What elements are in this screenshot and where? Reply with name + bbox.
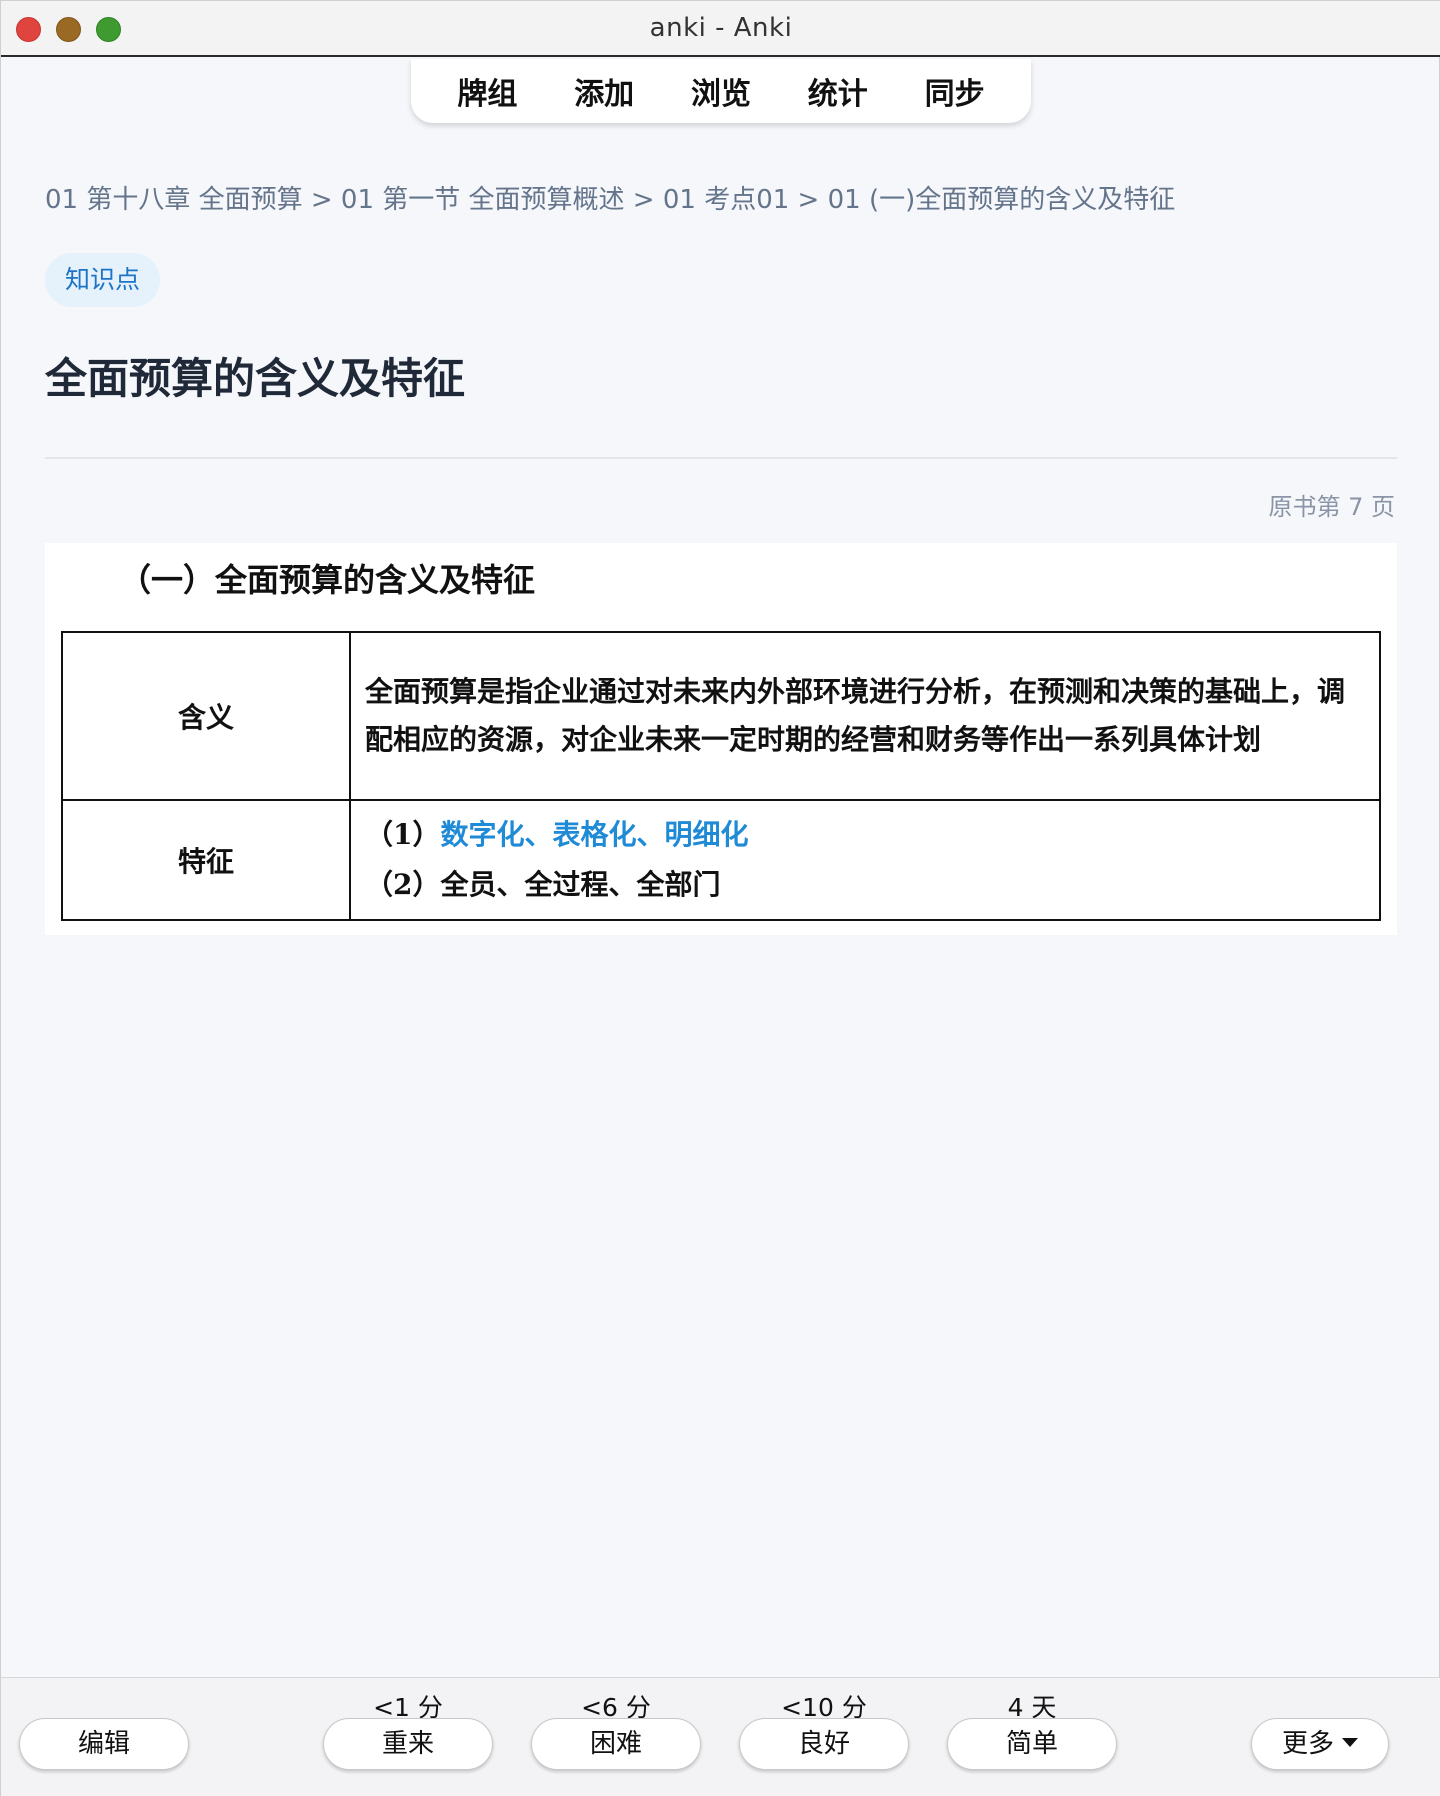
row-label-meaning: 含义 [61,631,351,801]
review-bottom-bar: 编辑 <1 分 重来 <6 分 困难 <10 分 良好 4 天 简单 更多 [1,1677,1440,1796]
scan-heading: （一）全面预算的含义及特征 [119,561,536,599]
title-bar[interactable]: anki - Anki [1,1,1440,57]
toolbar-decks[interactable]: 牌组 [447,65,527,117]
title-divider [45,457,1397,459]
again-button[interactable]: 重来 [323,1718,493,1770]
scanned-textbook-image: （一）全面预算的含义及特征 含义 全面预算是指企业通过对未来内外部环境进行分析，… [45,543,1397,935]
feature-item-2: （2）全员、全过程、全部门 [365,860,1365,910]
toolbar-stats[interactable]: 统计 [798,65,878,117]
feature-item-2-text: 全员、全过程、全部门 [440,868,721,901]
card-tag: 知识点 [45,253,161,307]
page-reference: 原书第 7 页 [1268,493,1395,521]
table-row-features: 特征 （1）数字化、表格化、明细化 （2）全员、全过程、全部门 [61,799,1381,921]
card-title: 全面预算的含义及特征 [45,354,466,403]
edit-button[interactable]: 编辑 [19,1718,189,1770]
row-content-features: （1）数字化、表格化、明细化 （2）全员、全过程、全部门 [349,799,1381,921]
deck-breadcrumb: 01 第十八章 全面预算 > 01 第一节 全面预算概述 > 01 考点01 >… [45,185,1176,215]
toolbar-sync[interactable]: 同步 [915,65,995,117]
table-row-meaning: 含义 全面预算是指企业通过对未来内外部环境进行分析，在预测和决策的基础上，调配相… [61,631,1381,801]
main-toolbar: 牌组 添加 浏览 统计 同步 [411,59,1031,123]
feature-item-1-prefix: （1） [365,818,441,851]
hard-button[interactable]: 困难 [531,1718,701,1770]
toolbar-add[interactable]: 添加 [564,65,644,117]
window-title: anki - Anki [649,13,793,43]
feature-item-1: （1）数字化、表格化、明细化 [365,810,1365,860]
definition-table: 含义 全面预算是指企业通过对未来内外部环境进行分析，在预测和决策的基础上，调配相… [61,631,1381,921]
anki-window: anki - Anki 牌组 添加 浏览 统计 同步 01 第十八章 全面预算 … [0,0,1440,1796]
row-content-meaning: 全面预算是指企业通过对未来内外部环境进行分析，在预测和决策的基础上，调配相应的资… [349,631,1381,801]
more-button[interactable]: 更多 [1251,1718,1389,1770]
toolbar-browse[interactable]: 浏览 [681,65,761,117]
row-label-features: 特征 [61,799,351,921]
caret-down-icon [1342,1738,1358,1747]
good-button[interactable]: 良好 [739,1718,909,1770]
easy-button[interactable]: 简单 [947,1718,1117,1770]
more-label: 更多 [1281,1729,1334,1759]
feature-item-2-prefix: （2） [365,868,441,901]
feature-item-1-text: 数字化、表格化、明细化 [440,818,749,851]
